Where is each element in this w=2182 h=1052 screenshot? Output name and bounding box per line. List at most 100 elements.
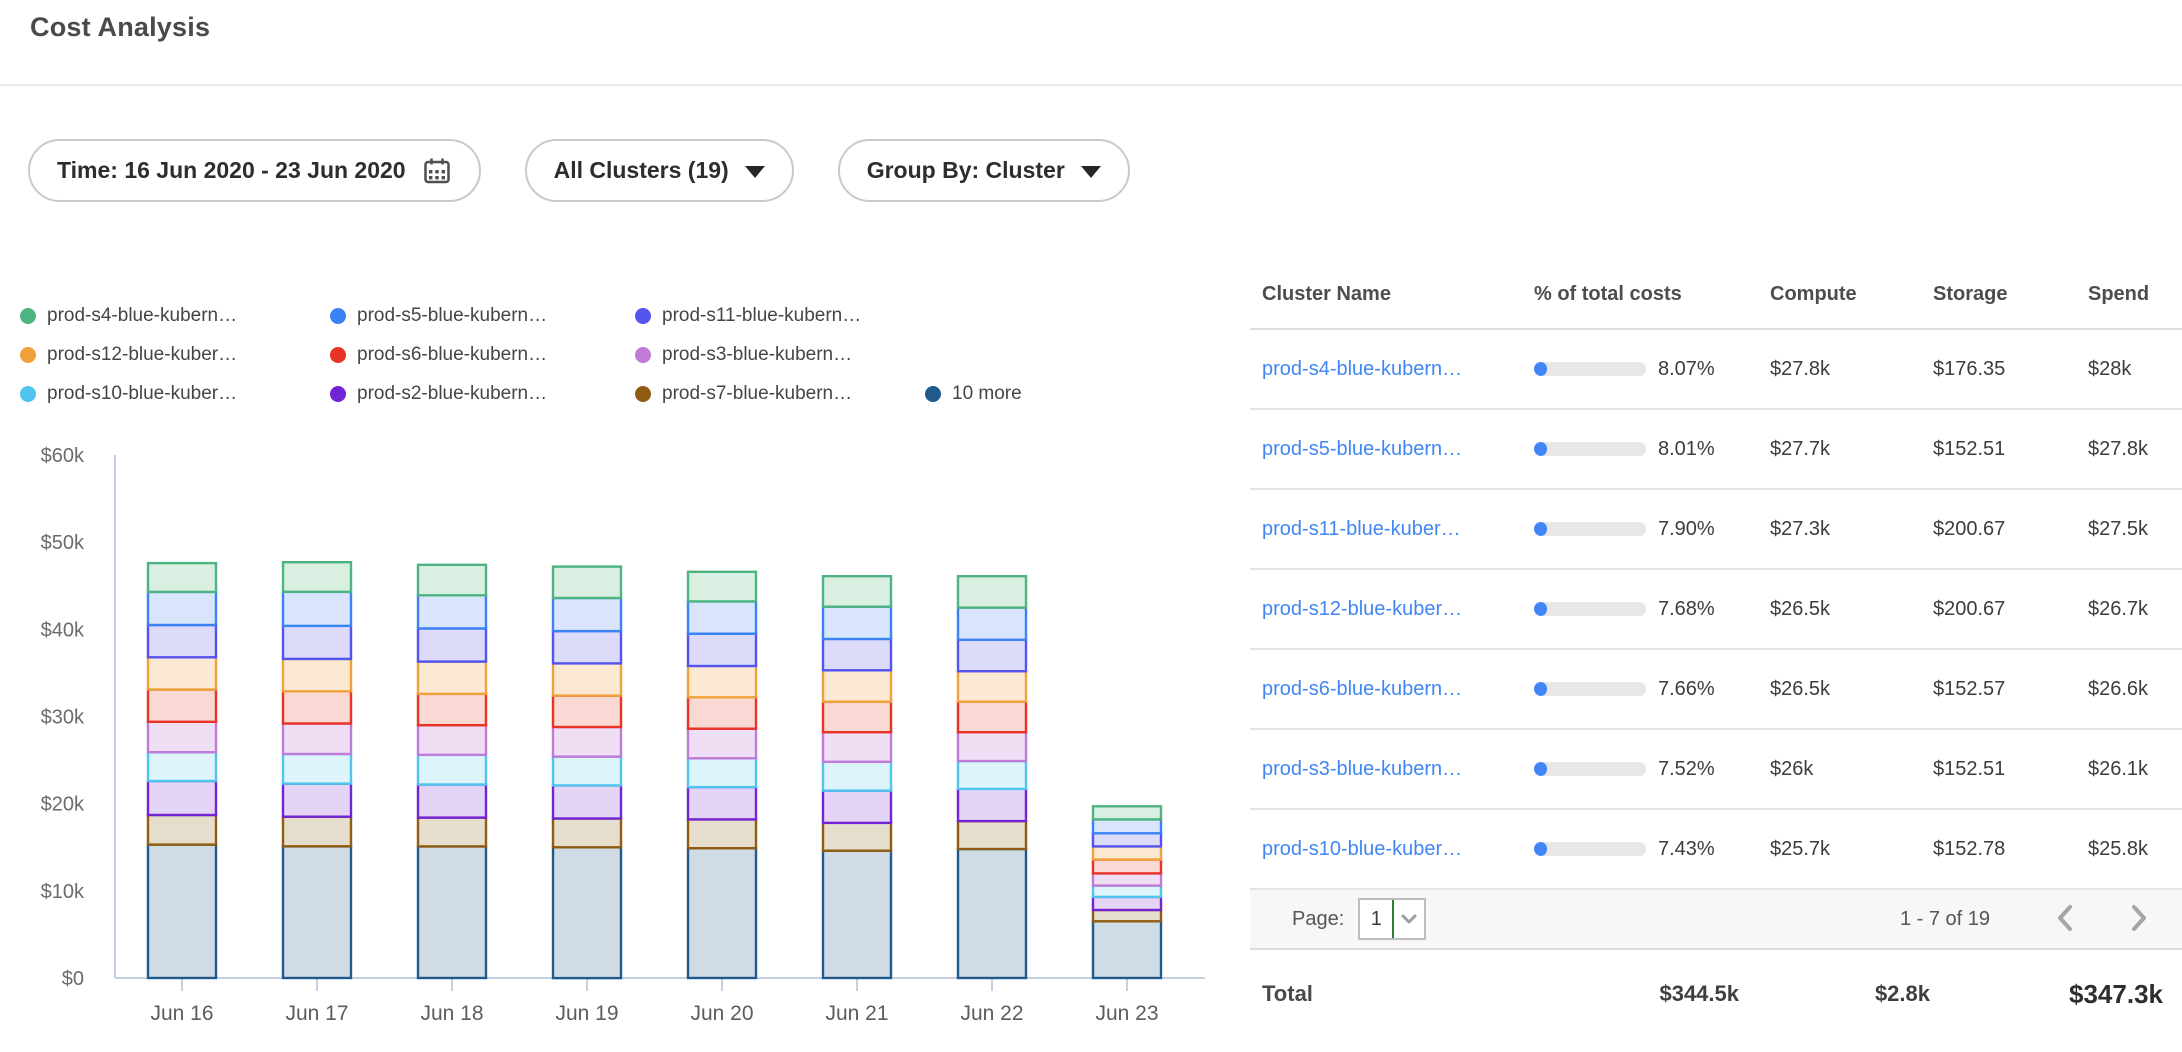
next-page-button[interactable] [2123,904,2156,935]
bar-segment[interactable] [958,671,1026,702]
bar-segment[interactable] [418,629,486,662]
bar-segment[interactable] [553,785,621,818]
bar-segment[interactable] [1093,873,1161,885]
prev-page-button[interactable] [2048,904,2081,935]
bar-segment[interactable] [1093,833,1161,846]
legend-item[interactable]: prod-s6-blue-kubern… [330,344,635,366]
cluster-name-link[interactable]: prod-s6-blue-kubern… [1262,678,1534,701]
time-filter-pill[interactable]: Time: 16 Jun 2020 - 23 Jun 2020 [28,139,481,202]
legend-item[interactable]: prod-s7-blue-kubern… [635,383,925,405]
bar-segment[interactable] [688,758,756,787]
legend-item[interactable]: prod-s5-blue-kubern… [330,305,635,327]
bar-segment[interactable] [688,729,756,759]
bar-segment[interactable] [1093,921,1161,978]
bar-segment[interactable] [148,722,216,753]
bar-segment[interactable] [148,690,216,722]
bar-segment[interactable] [418,662,486,694]
cluster-name-link[interactable]: prod-s10-blue-kuber… [1262,838,1534,861]
cluster-name-link[interactable]: prod-s5-blue-kubern… [1262,438,1534,461]
legend-item[interactable]: prod-s10-blue-kuber… [20,383,330,405]
legend-item[interactable]: 10 more [925,383,1022,405]
bar-segment[interactable] [553,757,621,786]
bar-segment[interactable] [823,823,891,851]
bar-segment[interactable] [418,818,486,847]
bar-segment[interactable] [958,849,1026,978]
bar-segment[interactable] [553,696,621,727]
clusters-filter-pill[interactable]: All Clusters (19) [525,139,794,202]
bar-segment[interactable] [553,847,621,978]
cluster-name-link[interactable]: prod-s4-blue-kubern… [1262,358,1534,381]
bar-segment[interactable] [823,639,891,670]
bar-segment[interactable] [283,691,351,723]
cluster-name-link[interactable]: prod-s3-blue-kubern… [1262,758,1534,781]
bar-segment[interactable] [1093,819,1161,833]
bar-segment[interactable] [283,592,351,626]
bar-segment[interactable] [688,666,756,697]
page-select[interactable]: 1 [1358,898,1426,940]
bar-segment[interactable] [958,789,1026,821]
bar-segment[interactable] [958,608,1026,640]
bar-segment[interactable] [1093,910,1161,921]
legend-item[interactable]: prod-s11-blue-kubern… [635,305,925,327]
bar-segment[interactable] [688,572,756,602]
bar-segment[interactable] [1093,846,1161,859]
bar-segment[interactable] [148,752,216,781]
bar-segment[interactable] [418,755,486,785]
bar-segment[interactable] [283,724,351,755]
bar-segment[interactable] [553,819,621,848]
bar-segment[interactable] [553,727,621,757]
bar-segment[interactable] [1093,806,1161,819]
bar-segment[interactable] [283,562,351,592]
bar-segment[interactable] [418,694,486,725]
bar-segment[interactable] [823,762,891,791]
bar-segment[interactable] [553,598,621,631]
bar-segment[interactable] [958,821,1026,849]
legend-item[interactable]: prod-s12-blue-kuber… [20,344,330,366]
bar-segment[interactable] [688,787,756,819]
bar-segment[interactable] [688,819,756,848]
bar-segment[interactable] [148,563,216,592]
bar-segment[interactable] [148,657,216,689]
bar-segment[interactable] [283,846,351,978]
bar-segment[interactable] [958,640,1026,671]
bar-segment[interactable] [1093,860,1161,874]
bar-segment[interactable] [1093,886,1161,897]
bar-segment[interactable] [418,846,486,978]
bar-segment[interactable] [418,595,486,628]
groupby-filter-pill[interactable]: Group By: Cluster [838,139,1130,202]
bar-segment[interactable] [823,576,891,607]
bar-segment[interactable] [283,754,351,784]
bar-segment[interactable] [148,815,216,845]
bar-segment[interactable] [283,626,351,659]
bar-segment[interactable] [283,784,351,817]
bar-segment[interactable] [148,625,216,657]
legend-item[interactable]: prod-s4-blue-kubern… [20,305,330,327]
bar-segment[interactable] [688,601,756,633]
bar-segment[interactable] [553,663,621,695]
bar-segment[interactable] [823,791,891,823]
bar-segment[interactable] [283,659,351,691]
bar-segment[interactable] [148,781,216,815]
bar-segment[interactable] [688,634,756,666]
cluster-name-link[interactable]: prod-s12-blue-kuber… [1262,598,1534,621]
bar-segment[interactable] [688,697,756,728]
bar-segment[interactable] [418,785,486,818]
legend-item[interactable]: prod-s3-blue-kubern… [635,344,925,366]
bar-segment[interactable] [823,851,891,978]
bar-segment[interactable] [553,567,621,598]
bar-segment[interactable] [148,845,216,978]
cluster-name-link[interactable]: prod-s11-blue-kuber… [1262,518,1534,541]
bar-segment[interactable] [823,670,891,701]
legend-item[interactable]: prod-s2-blue-kubern… [330,383,635,405]
bar-segment[interactable] [418,565,486,596]
bar-segment[interactable] [958,576,1026,607]
bar-segment[interactable] [283,817,351,847]
bar-segment[interactable] [688,848,756,978]
bar-segment[interactable] [553,631,621,663]
bar-segment[interactable] [823,702,891,733]
bar-segment[interactable] [823,732,891,762]
bar-segment[interactable] [958,702,1026,733]
bar-segment[interactable] [823,607,891,639]
bar-segment[interactable] [1093,897,1161,910]
bar-segment[interactable] [418,725,486,755]
